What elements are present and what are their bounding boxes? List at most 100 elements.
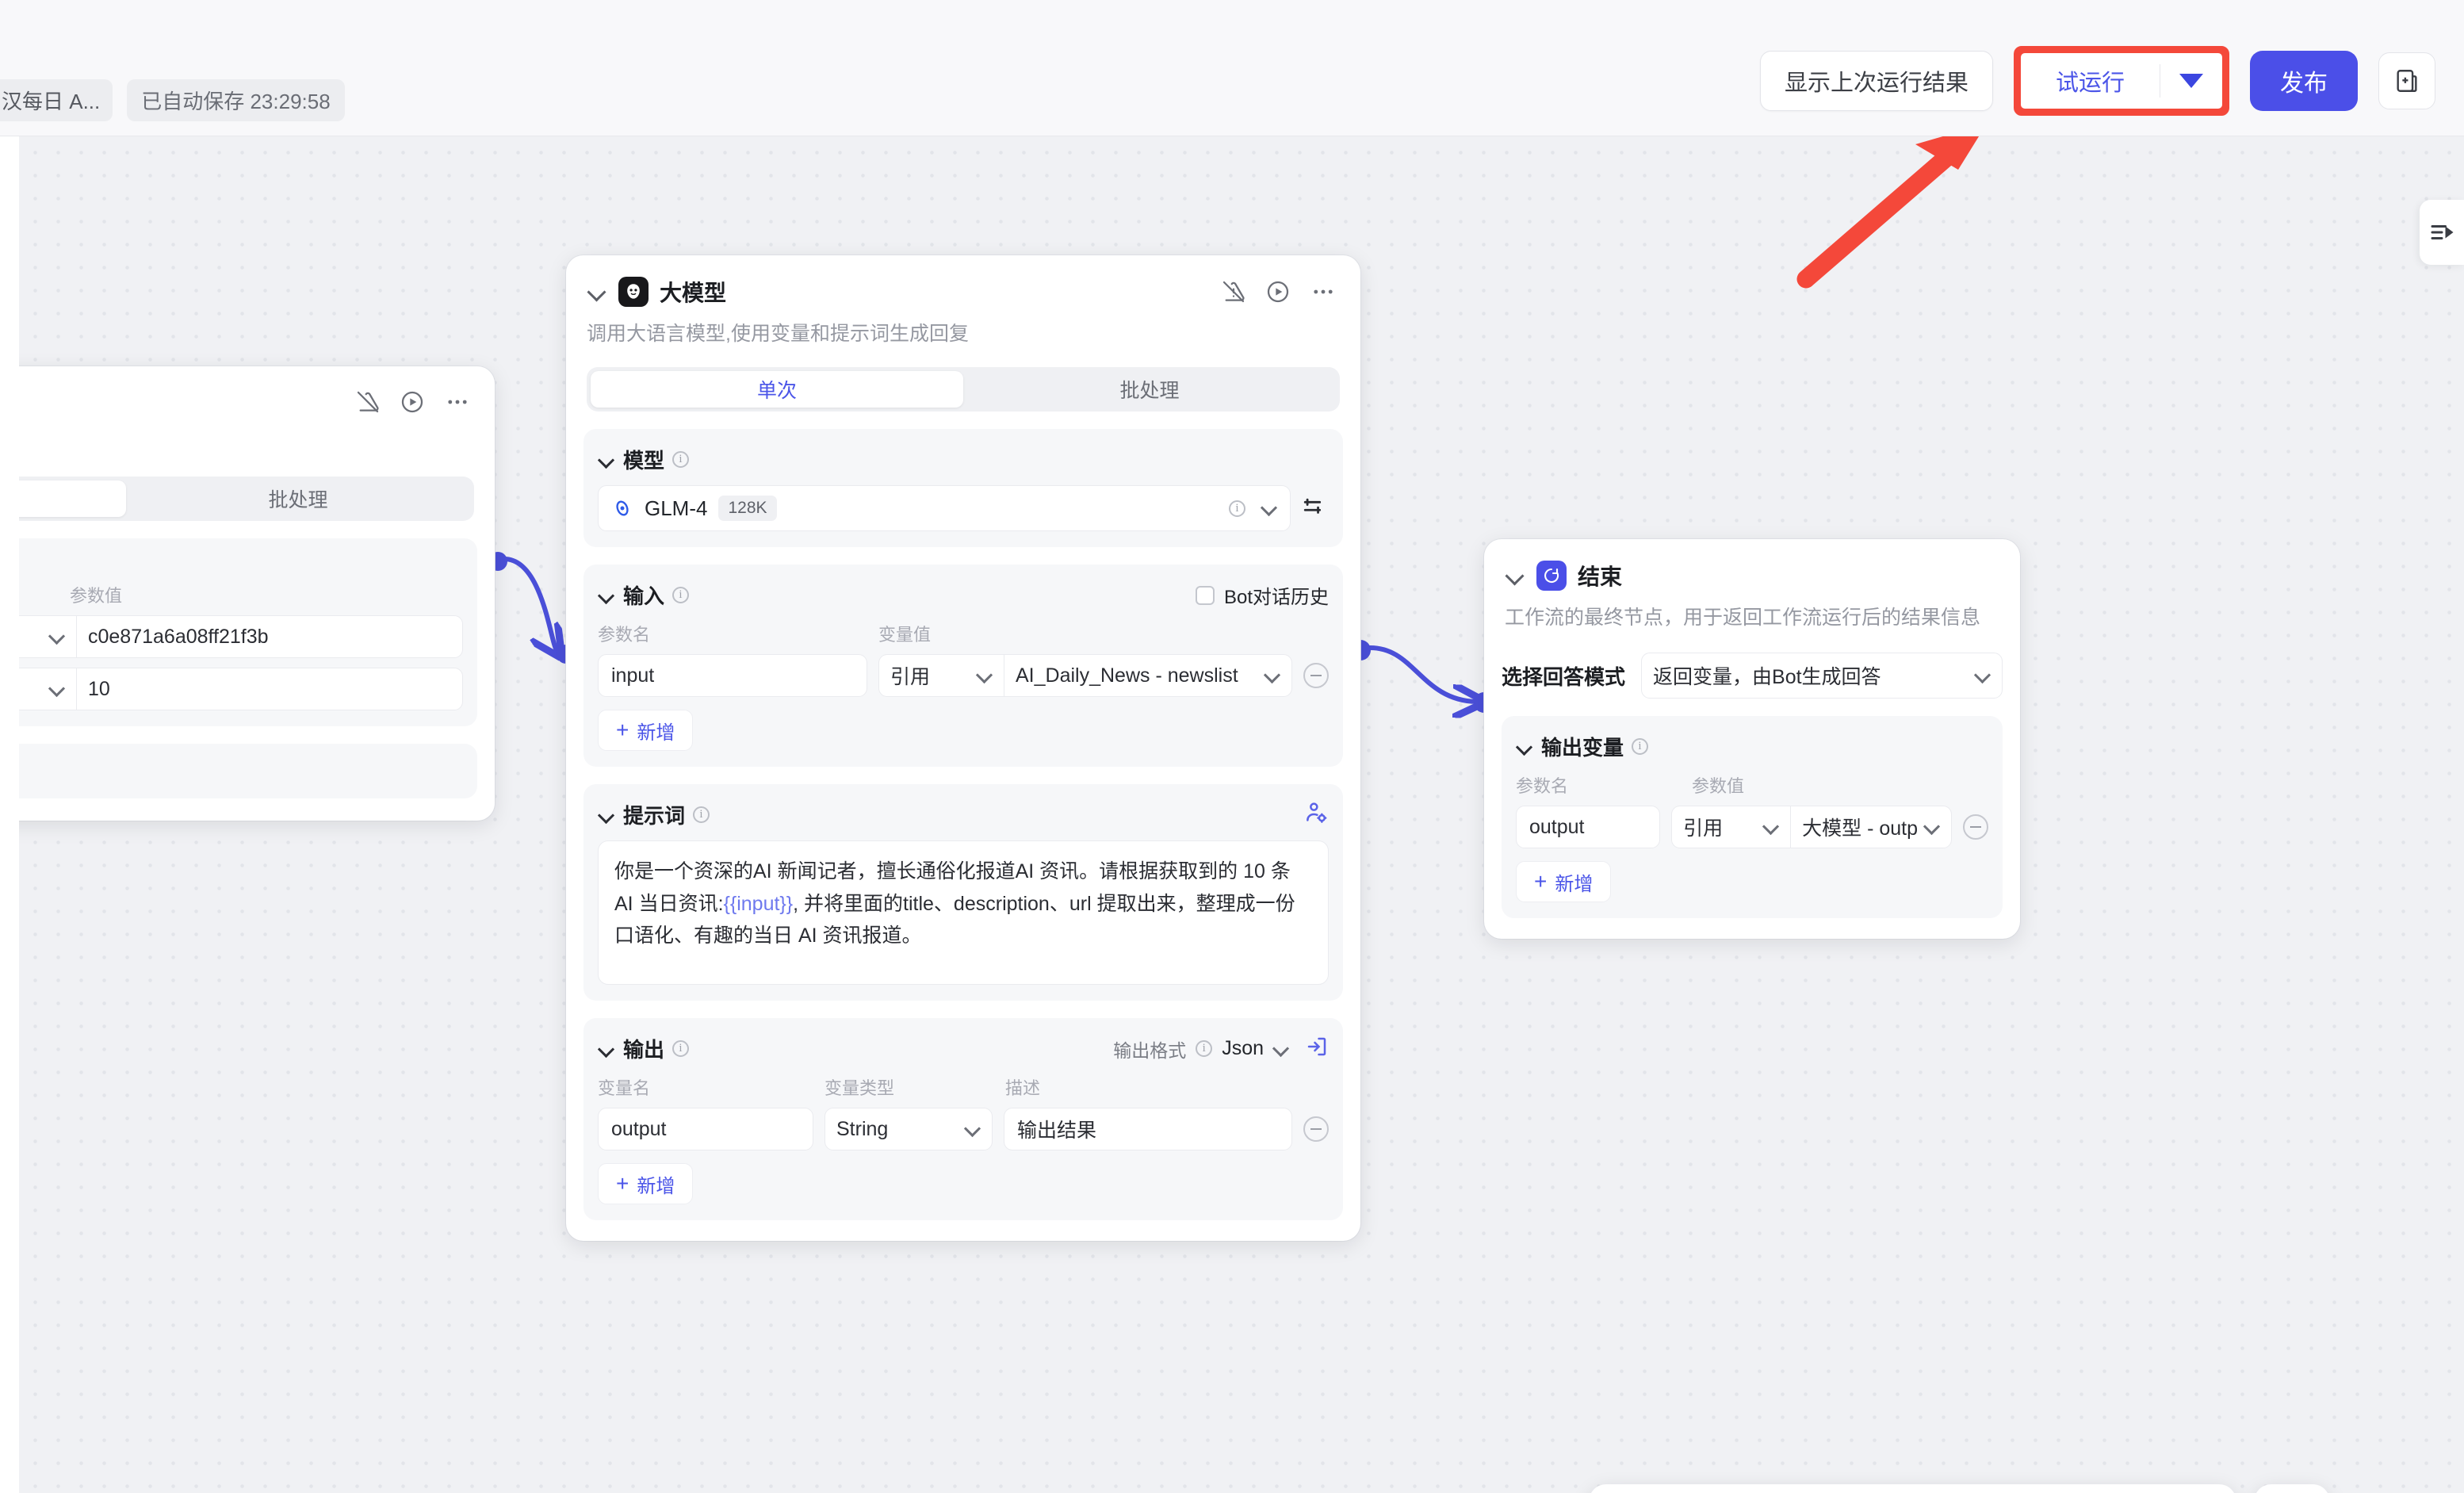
persona-settings-icon [1307,802,1327,823]
end-row-name-0[interactable]: output [1516,806,1661,848]
node-llm[interactable]: 大模型 调用大语言模型,使用变量和提示词生成回复 单次 批处理 模型 i GLM… [566,255,1360,1241]
source-mode-tabs[interactable]: 单次 批处理 [19,477,474,521]
input-row-remove-0[interactable] [1303,663,1329,688]
chevron-down-icon [1265,668,1280,683]
end-col-value-label: 参数值 [1692,776,1745,796]
warning-off-icon[interactable] [1221,279,1246,304]
model-params-button[interactable] [1302,493,1329,524]
duplicate-button[interactable] [2378,52,2435,109]
try-run-split-button[interactable]: 试运行 [2020,53,2222,109]
output-row-remove-0[interactable] [1303,1116,1329,1142]
output-row-name-0[interactable]: output [598,1108,813,1150]
llm-tab-single[interactable]: 单次 [591,371,963,408]
breadcrumb-workflow-title[interactable]: 汉每日 A... [0,79,113,121]
chevron-down-icon[interactable] [1261,500,1277,516]
end-row-remove-0[interactable] [1963,814,1988,840]
panel-expand-icon [2431,225,2454,239]
llm-model-panel: 模型 i GLM-4 128K i [583,429,1343,547]
end-add-row-button[interactable]: + 新增 [1516,861,1612,902]
publish-button[interactable]: 发布 [2250,51,2358,111]
output-section-title: 输出 [623,1038,665,1062]
more-ellipsis-icon[interactable] [1310,278,1337,305]
output-export-button[interactable] [1305,1035,1329,1062]
collapse-chevron-icon[interactable] [598,451,615,469]
table-row: output String 输出结果 [598,1108,1329,1150]
output-row-type-0[interactable]: String [825,1108,993,1150]
warning-off-icon[interactable] [355,389,381,415]
info-icon[interactable]: i [672,587,690,603]
show-last-run-result-button[interactable]: 显示上次运行结果 [1759,51,1993,111]
source-row-mode-1[interactable]: 输入 [19,668,76,710]
right-panel-toggle-button[interactable] [2420,200,2464,265]
help-button[interactable] [2254,1484,2331,1493]
try-run-button[interactable]: 试运行 [2021,53,2160,109]
info-icon[interactable]: i [1196,1040,1213,1057]
more-ellipsis-icon[interactable] [444,389,471,415]
llm-mode-tabs[interactable]: 单次 批处理 [587,367,1340,412]
llm-node-title: 大模型 [660,281,727,305]
plus-icon: + [1534,869,1548,894]
bot-history-label: Bot对话历史 [1223,587,1329,608]
bot-history-toggle[interactable]: Bot对话历史 [1195,581,1329,609]
end-row-mode-0[interactable]: 引用 [1671,806,1791,848]
source-row-value-0[interactable]: c0e871a6a08ff21f3b [76,615,463,658]
workflow-canvas[interactable]: AI_Daily_News 日资讯 [19,136,2464,1493]
node-ai-daily-news[interactable]: AI_Daily_News 日资讯 [19,366,495,821]
edge-llm-to-end [1366,645,1476,702]
answer-mode-select[interactable]: 返回变量，由Bot生成回答 [1641,653,2003,699]
prompt-textarea[interactable]: 你是一个资深的AI 新闻记者，擅长通俗化报道AI 资讯。请根据获取到的 10 条… [598,840,1329,985]
input-col-value-label: 变量值 [878,625,932,645]
model-selector[interactable]: GLM-4 128K i [598,485,1291,531]
info-icon[interactable]: i [693,806,710,823]
output-row-desc-0[interactable]: 输出结果 [1004,1108,1292,1150]
input-add-row-button[interactable]: + 新增 [598,710,694,751]
play-circle-icon[interactable] [400,389,425,415]
chevron-down-icon [2179,74,2203,88]
input-row-name-0[interactable]: input [598,654,867,697]
prompt-persona-button[interactable] [1303,800,1329,829]
source-tab-batch[interactable]: 批处理 [126,480,470,517]
source-row-mode-0[interactable]: 输入 [19,615,76,658]
try-run-dropdown-button[interactable] [2160,53,2222,109]
table-row: input 引用 AI_Daily_News - newslist [598,654,1329,697]
info-icon[interactable]: i [1229,500,1245,517]
output-format-value[interactable]: Json [1222,1037,1264,1060]
collapse-chevron-icon[interactable] [598,806,615,824]
bot-history-checkbox[interactable] [1195,585,1215,605]
prompt-section-title: 提示词 [623,804,686,828]
end-row-value-0[interactable]: 大模型 - outp [1790,806,1952,848]
input-row-value-0[interactable]: AI_Daily_News - newslist [1004,654,1292,697]
node-end[interactable]: 结束 工作流的最终节点，用于返回工作流运行后的结果信息 选择回答模式 返回变量，… [1484,539,2020,939]
end-node-header: 结束 [1484,539,2020,591]
source-row-value-1[interactable]: 10 [76,668,463,710]
source-node-header: AI_Daily_News [19,366,495,417]
collapse-chevron-icon[interactable] [598,1040,615,1058]
play-circle-icon[interactable] [1265,279,1291,304]
source-col-value-label: 参数值 [70,586,123,606]
end-exit-glyph [1544,568,1559,584]
input-col-name-label: 参数名 [598,625,651,645]
info-icon[interactable]: i [1632,738,1649,755]
collapse-chevron-icon[interactable] [1505,565,1525,586]
breadcrumb: 汉每日 A... 已自动保存 23:29:58 [0,79,345,121]
canvas-tool-group: 70% [1589,1484,2237,1493]
info-icon[interactable]: i [672,451,690,468]
output-add-row-button[interactable]: + 新增 [598,1163,694,1204]
model-section-title: 模型 [623,449,665,473]
top-bar: 汉每日 A... 已自动保存 23:29:58 显示上次运行结果 试运行 发布 [0,0,2464,136]
chevron-down-icon[interactable] [1273,1041,1289,1057]
chevron-down-icon [977,668,993,683]
output-col-desc-label: 描述 [1005,1078,1041,1098]
end-node-description: 工作流的最终节点，用于返回工作流运行后的结果信息 [1505,607,1981,629]
llm-node-header: 大模型 [566,255,1360,308]
info-icon[interactable]: i [672,1040,690,1057]
input-row-mode-0[interactable]: 引用 [878,654,1004,697]
source-node-description: 日资讯 [19,417,495,457]
source-tab-single[interactable]: 单次 [19,480,126,517]
chevron-down-icon [49,629,65,645]
llm-tab-batch[interactable]: 批处理 [963,371,1336,408]
collapse-chevron-icon[interactable] [1516,738,1533,756]
output-col-name-label: 变量名 [598,1078,651,1098]
collapse-chevron-icon[interactable] [587,281,607,302]
collapse-chevron-icon[interactable] [598,587,615,604]
